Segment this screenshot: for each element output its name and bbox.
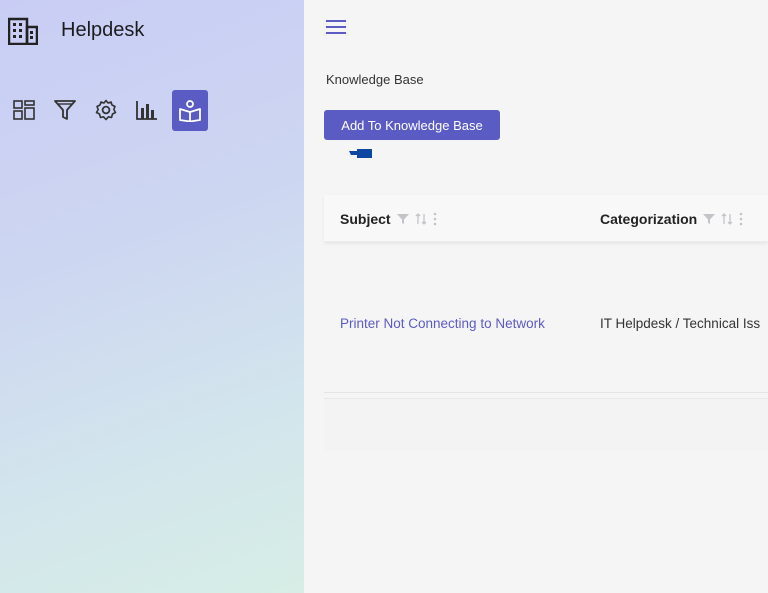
gear-icon — [95, 99, 117, 121]
pointer-cursor — [349, 145, 373, 163]
column-header-categorization[interactable]: Categorization — [600, 211, 749, 227]
filter-icon[interactable] — [396, 213, 409, 225]
add-to-knowledge-base-button[interactable]: Add To Knowledge Base — [324, 110, 500, 140]
bar-chart-icon — [136, 101, 157, 120]
nav-reports[interactable] — [131, 90, 163, 130]
filter-icon — [54, 100, 76, 120]
knowledge-base-table: Subject Categorization Printer Not Conne… — [324, 195, 768, 393]
nav-settings[interactable] — [90, 90, 122, 130]
table-footer — [324, 398, 768, 451]
table-header: Subject Categorization — [324, 195, 768, 242]
app-logo — [8, 16, 38, 46]
table-row: Printer Not Connecting to Network IT Hel… — [324, 242, 768, 393]
page-title: Knowledge Base — [326, 72, 424, 87]
hamburger-menu-icon — [326, 20, 346, 34]
hand-pointer-icon — [349, 149, 372, 158]
column-menu-icon[interactable] — [433, 212, 437, 226]
sidebar-nav — [8, 90, 217, 131]
dashboard-icon — [13, 100, 35, 120]
filter-icon[interactable] — [703, 213, 716, 225]
column-menu-icon[interactable] — [739, 212, 743, 226]
sort-icon[interactable] — [721, 213, 733, 225]
subject-link[interactable]: Printer Not Connecting to Network — [340, 316, 545, 331]
menu-toggle[interactable] — [326, 19, 346, 40]
nav-knowledge-base[interactable] — [172, 90, 208, 131]
categorization-cell: IT Helpdesk / Technical Iss — [600, 316, 761, 331]
nav-filter[interactable] — [49, 90, 81, 130]
knowledge-base-icon — [179, 99, 201, 122]
building-icon — [8, 17, 38, 45]
main-content: Knowledge Base Add To Knowledge Base Sub… — [304, 0, 768, 593]
app-title: Helpdesk — [61, 19, 145, 41]
column-header-subject[interactable]: Subject — [340, 211, 443, 227]
column-label: Categorization — [600, 211, 698, 227]
column-label: Subject — [340, 211, 391, 227]
sort-icon[interactable] — [415, 213, 427, 225]
nav-dashboard[interactable] — [8, 90, 40, 130]
sidebar: Helpdesk — [0, 0, 304, 593]
